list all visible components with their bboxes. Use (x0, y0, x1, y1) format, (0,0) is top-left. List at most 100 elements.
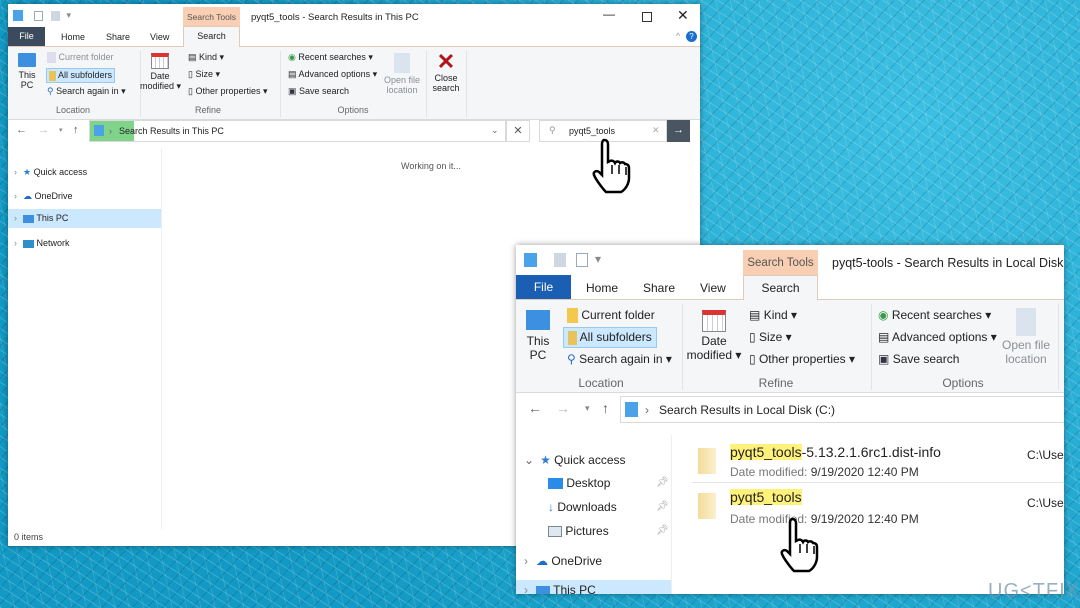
result-item[interactable]: pyqt5_tools-5.13.2.1.6rc1.dist-info Date… (692, 443, 1064, 483)
recent-locations-button[interactable]: ▾ (59, 126, 63, 134)
search-again-icon: ⚲ (47, 86, 54, 96)
date-label: Date modified: (730, 465, 808, 479)
current-folder-button[interactable]: Current folder (47, 52, 114, 64)
kind-button[interactable]: ▤ Kind ▾ (749, 308, 797, 322)
nav-item-quick-access[interactable]: › ★ Quick access (8, 163, 161, 182)
nav-item-this-pc[interactable]: › This PC (8, 209, 161, 228)
breadcrumb-separator: › (109, 126, 112, 136)
advanced-options-button[interactable]: ▤ Advanced options ▾ (878, 330, 997, 344)
clear-search-icon[interactable]: ✕ (652, 125, 660, 136)
new-folder-icon[interactable] (554, 252, 567, 267)
kind-button[interactable]: ▤ Kind ▾ (188, 52, 224, 63)
up-button[interactable]: ↑ (73, 124, 79, 136)
advanced-icon: ▤ (288, 69, 297, 79)
result-name-rest: -5.13.2.1.6rc1.dist-info (801, 444, 941, 460)
navigation-pane: ⌄ ★ Quick access Desktop 📌︎ ↓ Downloads 📌︎ … (516, 435, 672, 594)
close-search-button[interactable]: ✕ Close search (429, 51, 463, 94)
other-properties-button[interactable]: ▯ Other properties ▾ (749, 352, 855, 366)
size-button[interactable]: ▯ Size ▾ (188, 69, 220, 80)
date-modified-button[interactable]: Date modified ▾ (684, 310, 744, 362)
recent-searches-button[interactable]: ◉ Recent searches ▾ (288, 52, 373, 63)
group-label-refine: Refine (194, 105, 221, 115)
stop-button[interactable]: ✕ (506, 120, 530, 142)
address-bar[interactable]: › Search Results in This PC ⌄ (89, 120, 506, 142)
search-again-button[interactable]: ⚲ Search again in ▾ (47, 86, 126, 97)
tab-share[interactable]: Share (106, 32, 130, 42)
pin-icon[interactable]: 📌︎ (656, 521, 669, 541)
save-icon: ▣ (878, 352, 890, 366)
group-label-options: Options (337, 105, 369, 115)
close-button[interactable]: ✕ (677, 7, 689, 24)
all-subfolders-button[interactable]: All subfolders (46, 68, 116, 83)
other-properties-button[interactable]: ▯ Other properties ▾ (188, 86, 268, 97)
address-bar[interactable]: › Search Results in Local Disk (C:) (620, 396, 1064, 423)
pin-icon[interactable]: 📌︎ (656, 473, 669, 493)
tab-file[interactable]: File (516, 275, 571, 299)
this-pc-button[interactable]: This PC (526, 310, 550, 362)
nav-item-desktop[interactable]: Desktop 📌︎ (516, 473, 671, 493)
properties-icon: ▯ (188, 86, 193, 96)
nav-item-quick-access[interactable]: ⌄ ★ Quick access (516, 450, 671, 470)
nav-item-onedrive[interactable]: › ☁ OneDrive (516, 551, 671, 571)
nav-item-onedrive[interactable]: › ☁ OneDrive (8, 187, 161, 206)
subfolders-icon (49, 70, 56, 81)
properties-icon[interactable] (33, 10, 43, 21)
forward-button[interactable]: → (38, 124, 49, 136)
all-subfolders-button[interactable]: All subfolders (563, 327, 657, 348)
tab-home[interactable]: Home (586, 281, 618, 295)
pin-icon[interactable]: 📌︎ (656, 497, 669, 517)
back-button[interactable]: ← (16, 124, 27, 136)
tab-search[interactable]: Search (183, 26, 240, 47)
network-icon (23, 239, 34, 248)
collapse-ribbon-icon[interactable]: ^ (676, 31, 680, 41)
back-button[interactable]: ← (528, 400, 542, 416)
divider (871, 304, 872, 390)
customize-toolbar-icon[interactable]: ▾ (67, 10, 72, 20)
open-file-location-button[interactable]: Open file location (383, 53, 421, 95)
size-button[interactable]: ▯ Size ▾ (749, 330, 792, 344)
tab-search[interactable]: Search (743, 275, 818, 300)
tab-file[interactable]: File (8, 27, 45, 46)
advanced-options-button[interactable]: ▤ Advanced options ▾ (288, 69, 377, 80)
help-icon[interactable]: ? (686, 31, 697, 42)
minimize-button[interactable]: — (603, 7, 615, 21)
new-folder-icon[interactable] (51, 10, 61, 21)
nav-item-network[interactable]: › Network (8, 234, 161, 253)
result-item[interactable]: pyqt5_tools Date modified: 9/19/2020 12:… (692, 488, 1064, 528)
tab-share[interactable]: Share (643, 281, 675, 295)
divider (682, 304, 683, 390)
address-dropdown-icon[interactable]: ⌄ (491, 125, 499, 136)
save-search-button[interactable]: ▣ Save search (878, 352, 959, 366)
date-modified-button[interactable]: Date modified ▾ (140, 53, 181, 92)
recent-searches-button[interactable]: ◉ Recent searches ▾ (878, 308, 991, 322)
current-folder-button[interactable]: Current folder (567, 308, 655, 324)
forward-button[interactable]: → (556, 400, 570, 416)
properties-icon[interactable] (575, 252, 588, 267)
search-again-button[interactable]: ⚲ Search again in ▾ (567, 352, 672, 366)
result-path: C:\Users (1027, 496, 1064, 510)
save-search-button[interactable]: ▣ Save search (288, 86, 349, 97)
recent-icon: ◉ (288, 52, 296, 62)
hand-cursor-icon (780, 517, 819, 573)
open-location-icon (1016, 308, 1036, 336)
context-tab-search-tools: Search Tools (183, 7, 240, 26)
nav-item-this-pc[interactable]: › This PC (516, 580, 671, 594)
nav-item-pictures[interactable]: Pictures 📌︎ (516, 521, 671, 541)
up-button[interactable]: ↑ (602, 400, 609, 416)
maximize-button[interactable] (642, 12, 652, 22)
customize-toolbar-icon[interactable]: ▾ (595, 252, 601, 266)
calendar-icon (151, 53, 169, 69)
search-match-highlight: pyqt5_tools (730, 489, 802, 505)
nav-item-downloads[interactable]: ↓ Downloads 📌︎ (516, 497, 671, 517)
tab-view[interactable]: View (150, 32, 169, 42)
tab-home[interactable]: Home (61, 32, 85, 42)
open-file-location-button[interactable]: Open file location (1000, 308, 1052, 366)
tab-view[interactable]: View (700, 281, 726, 295)
recent-locations-button[interactable]: ▾ (585, 403, 590, 414)
status-bar-item-count: 0 items (14, 532, 44, 542)
cloud-icon: ☁ (23, 191, 32, 201)
save-icon: ▣ (288, 86, 297, 96)
this-pc-button[interactable]: This PC (18, 53, 36, 90)
search-go-button[interactable]: → (667, 120, 690, 142)
hand-cursor-icon (592, 138, 631, 194)
